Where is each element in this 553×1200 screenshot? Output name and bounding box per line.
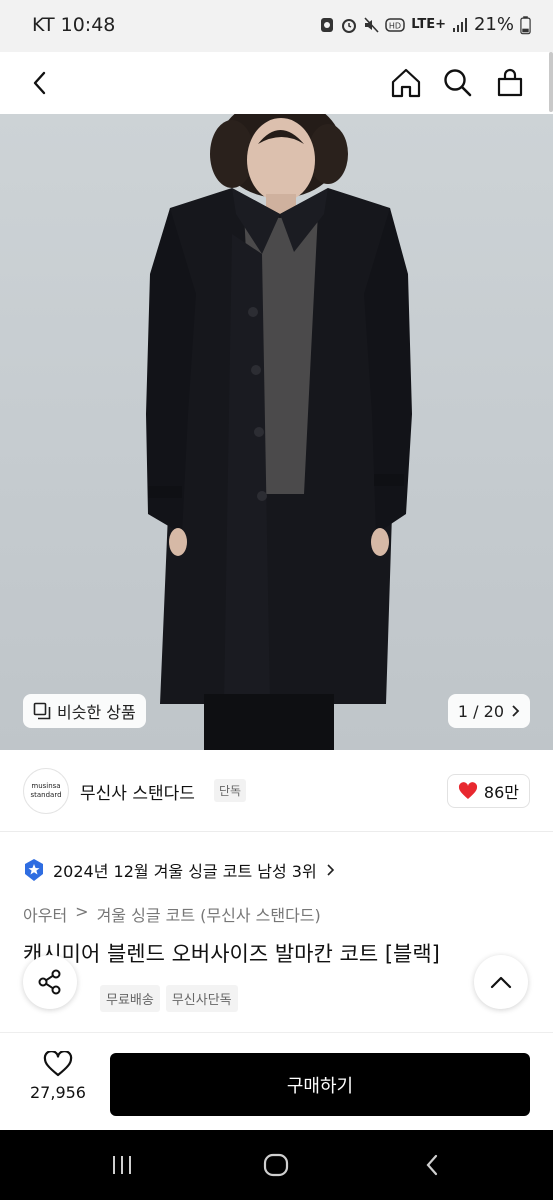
- page-indicator-text: 1 / 20: [457, 701, 504, 721]
- cart-button[interactable]: [484, 52, 536, 114]
- home-icon: [391, 68, 421, 98]
- brand-name[interactable]: 무신사 스탠다드: [80, 779, 195, 804]
- home-circle-icon: [263, 1153, 289, 1177]
- svg-text:HD: HD: [389, 21, 401, 30]
- recent-apps-icon: [113, 1156, 131, 1174]
- lte-label: LTE+: [411, 17, 446, 32]
- cart-icon: [497, 68, 523, 97]
- battery-percent: 21%: [473, 14, 514, 35]
- brand-logo[interactable]: musinsa standard: [23, 768, 69, 814]
- brand-like-count: 86만: [483, 783, 519, 802]
- ranking-link[interactable]: 2024년 12월 겨울 싱글 코트 남성 3위: [23, 856, 335, 884]
- back-icon: [33, 71, 46, 95]
- wishlist-button[interactable]: 27,956: [23, 1051, 93, 1102]
- scroll-to-top-button[interactable]: [474, 955, 528, 1009]
- brand-logo-line2: standard: [30, 791, 62, 799]
- status-icons: HD LTE+ 21%: [319, 14, 531, 35]
- similar-products-button[interactable]: 비슷한 상품: [23, 694, 146, 728]
- alarm-icon: [342, 18, 357, 33]
- brand-logo-line1: musinsa: [31, 782, 61, 790]
- home-button[interactable]: [380, 52, 432, 114]
- signal-icon: [452, 17, 467, 32]
- buy-button[interactable]: 구매하기: [110, 1053, 530, 1116]
- tag-free-shipping: 무료배송: [100, 985, 160, 1012]
- heart-filled-icon: [458, 782, 477, 799]
- chevron-up-icon: [490, 976, 512, 989]
- similar-products-label: 비슷한 상품: [57, 703, 136, 722]
- share-button[interactable]: [23, 955, 77, 1009]
- brand-row: musinsa standard 무신사 스탠다드 단독 86만: [0, 750, 553, 832]
- scroll-indicator: [549, 52, 553, 112]
- back-system-button[interactable]: [412, 1148, 452, 1182]
- back-button[interactable]: [14, 52, 66, 114]
- ranking-text: 2024년 12월 겨울 싱글 코트 남성 3위: [53, 862, 317, 881]
- brand-exclusive-badge: 단독: [214, 779, 247, 802]
- battery-icon: [520, 15, 531, 34]
- image-page-indicator[interactable]: 1 / 20: [447, 694, 530, 728]
- back-system-icon: [426, 1154, 438, 1176]
- system-navigation-bar: [0, 1130, 553, 1200]
- search-button[interactable]: [432, 52, 484, 114]
- breadcrumb-category[interactable]: 아우터: [23, 902, 67, 926]
- top-navigation: [0, 52, 553, 114]
- product-photo: [146, 114, 412, 750]
- product-image-carousel[interactable]: 비슷한 상품 1 / 20: [0, 114, 553, 750]
- product-title: 캐시미어 블렌드 오버사이즈 발마칸 코트 [블랙]: [23, 942, 440, 966]
- recent-apps-button[interactable]: [102, 1148, 142, 1182]
- hd-icon: HD: [385, 17, 405, 32]
- wishlist-count: 27,956: [30, 1083, 86, 1102]
- breadcrumb-subcategory[interactable]: 겨울 싱글 코트 (무신사 스탠다드): [97, 902, 321, 926]
- home-system-button[interactable]: [256, 1148, 296, 1182]
- brand-like-button[interactable]: 86만: [446, 774, 530, 808]
- ranking-badge-icon: [25, 859, 43, 881]
- breadcrumb-separator: >: [75, 902, 89, 921]
- status-time: KT 10:48: [32, 14, 116, 36]
- chevron-right-icon: [327, 864, 334, 876]
- bottom-action-bar: 27,956 구매하기: [0, 1032, 553, 1130]
- heart-outline-icon: [43, 1051, 73, 1077]
- breadcrumb: 아우터 > 겨울 싱글 코트 (무신사 스탠다드): [23, 902, 321, 926]
- chevron-right-icon: [512, 705, 520, 717]
- tag-exclusive: 무신사단독: [165, 985, 238, 1012]
- product-tags: 무료배송 무신사단독: [100, 985, 238, 1012]
- status-bar: KT 10:48 HD LTE+ 21%: [0, 0, 553, 52]
- notification-icon: [321, 17, 334, 32]
- similar-items-icon: [33, 702, 51, 720]
- share-icon: [38, 969, 61, 995]
- mute-icon: [364, 16, 379, 33]
- search-icon: [444, 69, 472, 97]
